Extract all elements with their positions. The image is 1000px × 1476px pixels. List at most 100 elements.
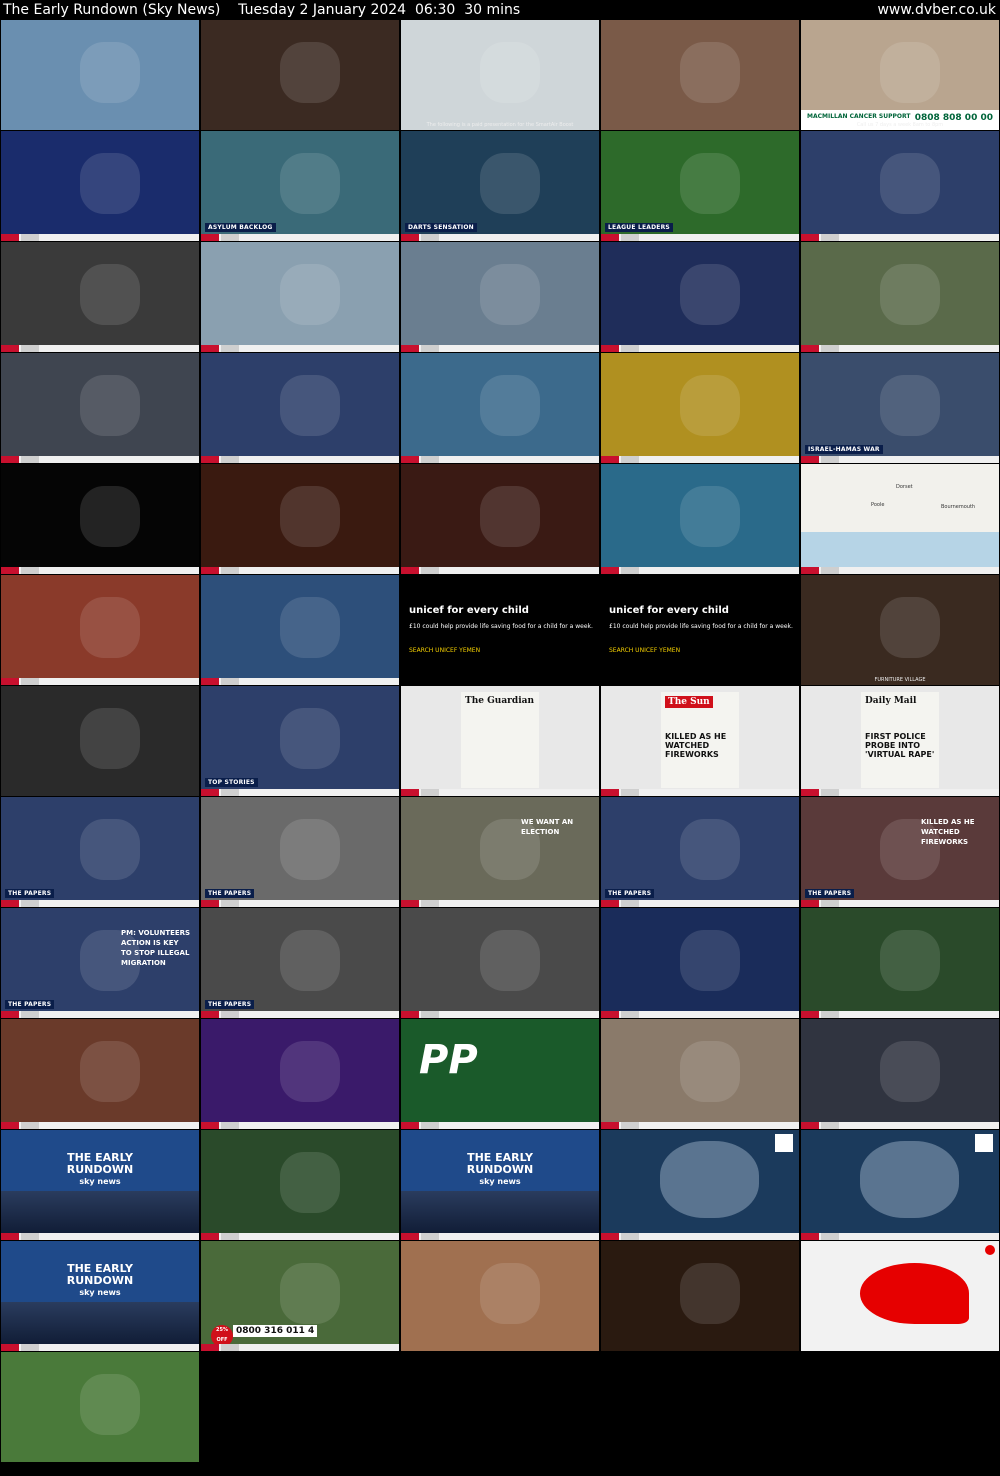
site-link[interactable]: www.dvber.co.uk [877, 0, 996, 20]
ticker-clock [821, 345, 839, 352]
news-ticker [601, 345, 799, 352]
thumbnail[interactable]: WE WANT AN ELECTION [401, 797, 599, 907]
thumbnail[interactable] [401, 353, 599, 463]
thumbnail[interactable] [201, 20, 399, 130]
thumbnail[interactable] [1, 686, 199, 796]
thumbnail[interactable] [201, 242, 399, 352]
thumbnail[interactable] [1, 1352, 199, 1462]
thumbnail[interactable] [601, 1241, 799, 1351]
news-ticker [401, 567, 599, 574]
thumbnail[interactable] [1, 1019, 199, 1129]
thumbnail[interactable] [801, 908, 999, 1018]
thumbnail[interactable]: The following is a paid presentation for… [401, 20, 599, 130]
ticker-clock [621, 789, 639, 796]
thumbnail[interactable] [401, 464, 599, 574]
scene-subject [880, 42, 940, 103]
sky-news-logo-icon [201, 345, 219, 352]
ticker-clock [421, 1233, 439, 1240]
news-ticker [401, 234, 599, 241]
thumbnail[interactable]: PP [401, 1019, 599, 1129]
thumbnail[interactable]: THE PAPERS [601, 797, 799, 907]
thumbnail[interactable] [401, 242, 599, 352]
sky-news-logo-icon [1, 234, 19, 241]
lower-third-caption: THE PAPERS [205, 889, 255, 898]
thumbnail[interactable] [1, 353, 199, 463]
ticker-clock [821, 1011, 839, 1018]
thumbnail[interactable]: THE PAPERS [201, 797, 399, 907]
sky-news-logo-icon [1, 1233, 19, 1240]
thumbnail[interactable] [201, 464, 399, 574]
scene-subject [280, 597, 340, 658]
thumbnail[interactable]: THE EARLY RUNDOWN sky news [1, 1130, 199, 1240]
thumbnail[interactable]: 0800 316 011 4 25% OFF [201, 1241, 399, 1351]
thumbnail[interactable] [1, 242, 199, 352]
thumbnail[interactable] [801, 242, 999, 352]
scene-subject [480, 42, 540, 103]
news-ticker [201, 678, 399, 685]
thumbnail[interactable] [601, 242, 799, 352]
ticker-clock [621, 345, 639, 352]
thumbnail[interactable]: LEAGUE LEADERS [601, 131, 799, 241]
thumbnail[interactable] [201, 1019, 399, 1129]
thumbnail[interactable]: unicef for every child £10 could help pro… [401, 575, 599, 685]
thumbnail[interactable] [801, 131, 999, 241]
ticker-clock [621, 1233, 639, 1240]
thumbnail[interactable] [601, 1130, 799, 1240]
thumbnail[interactable] [1, 20, 199, 130]
scene-subject [280, 1152, 340, 1213]
thumbnail[interactable] [401, 908, 599, 1018]
thumbnail[interactable]: KILLED AS HE WATCHED FIREWORKS THE PAPERS [801, 797, 999, 907]
thumbnail[interactable] [801, 1130, 999, 1240]
ticker-clock [21, 1344, 39, 1351]
ticker-clock [21, 234, 39, 241]
thumbnail[interactable] [601, 908, 799, 1018]
scene-subject [880, 597, 940, 658]
news-ticker [401, 1233, 599, 1240]
thumbnail[interactable]: THE EARLY RUNDOWN sky news [401, 1130, 599, 1240]
thumbnail[interactable]: TOP STORIES [201, 686, 399, 796]
thumbnail[interactable]: THE PAPERS [201, 908, 399, 1018]
news-ticker [201, 1011, 399, 1018]
sky-news-logo-icon [801, 900, 819, 907]
thumbnail[interactable]: DARTS SENSATION [401, 131, 599, 241]
thumbnail[interactable]: FURNITURE VILLAGE [801, 575, 999, 685]
thumbnail[interactable] [601, 464, 799, 574]
thumbnail[interactable] [201, 1130, 399, 1240]
thumbnail[interactable] [1, 464, 199, 574]
news-ticker [401, 345, 599, 352]
thumbnail[interactable] [601, 353, 799, 463]
thumbnail[interactable]: THE PAPERS [1, 797, 199, 907]
ticker-clock [21, 900, 39, 907]
thumbnail[interactable] [801, 1019, 999, 1129]
thumbnail[interactable] [801, 1241, 999, 1351]
thumbnail[interactable]: The Sun KILLED AS HE WATCHED FIREWORKS [601, 686, 799, 796]
ticker-clock [821, 234, 839, 241]
thumbnail[interactable] [601, 20, 799, 130]
thumbnail[interactable] [601, 1019, 799, 1129]
thumbnail[interactable]: The Guardian [401, 686, 599, 796]
thumbnail[interactable] [401, 1241, 599, 1351]
thumbnail[interactable]: Daily Mail FIRST POLICE PROBE INTO 'VIRTU… [801, 686, 999, 796]
thumbnail[interactable]: Dorset Bournemouth Poole [801, 464, 999, 574]
sky-news-logo-icon [201, 678, 219, 685]
thumbnail[interactable] [1, 131, 199, 241]
thumbnail[interactable] [201, 575, 399, 685]
scene-subject [80, 375, 140, 436]
news-ticker [1, 1344, 199, 1351]
thumbnail[interactable]: THE EARLY RUNDOWN sky news [1, 1241, 199, 1351]
thumbnail[interactable] [201, 353, 399, 463]
thumbnail[interactable]: ISRAEL-HAMAS WAR [801, 353, 999, 463]
subtitle-caption: FURNITURE VILLAGE [874, 677, 926, 683]
thumbnail[interactable]: MACMILLAN CANCER SUPPORT 0808 808 00 00 Ca… [801, 20, 999, 130]
thumbnail[interactable]: PM: VOLUNTEERS ACTION IS KEY TO STOP ILL… [1, 908, 199, 1018]
scene-subject [280, 819, 340, 880]
scene-subject [880, 1041, 940, 1102]
scene-subject [80, 153, 140, 214]
thumbnail[interactable]: ASYLUM BACKLOG [201, 131, 399, 241]
cloud-cover [860, 1141, 960, 1218]
sky-news-logo-icon [201, 567, 219, 574]
thumbnail[interactable] [1, 575, 199, 685]
news-ticker [801, 789, 999, 796]
thumbnail[interactable]: unicef for every child £10 could help pro… [601, 575, 799, 685]
news-ticker [1, 900, 199, 907]
